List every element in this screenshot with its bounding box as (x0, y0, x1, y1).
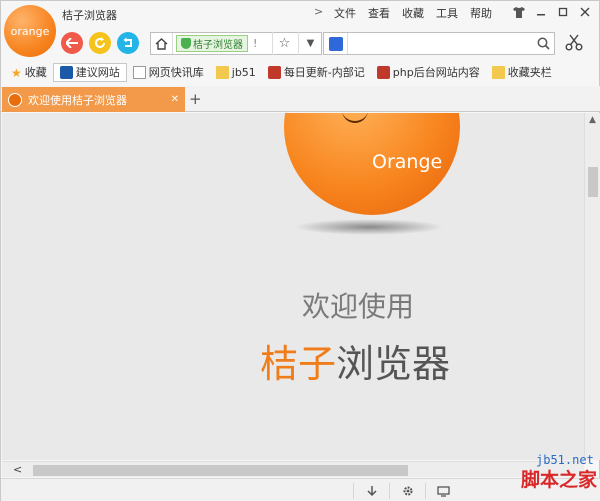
chevron-down-icon: ▼ (306, 38, 315, 49)
scissors-icon[interactable] (565, 33, 583, 55)
address-separator: ! (253, 37, 258, 50)
search-engine-selector[interactable] (324, 33, 348, 54)
app-logo[interactable]: orange (4, 5, 56, 57)
orange-shadow (294, 219, 444, 235)
watermark-name: 脚本之家 (520, 469, 597, 491)
star-icon: ★ (11, 65, 22, 80)
bookmark-label: php后台网站内容 (392, 66, 480, 79)
browser-name-highlight: 桔子 (260, 342, 337, 386)
security-badge-label: 桔子浏览器 (193, 40, 243, 51)
menu-tools[interactable]: 工具 (430, 5, 464, 21)
bookmark-suggested-sites[interactable]: 建议网站 (52, 62, 127, 82)
bookmark-label: 每日更新-内部记 (283, 66, 365, 79)
bookmark-favorites[interactable]: ★ 收藏 (5, 63, 53, 82)
page-icon (132, 65, 146, 79)
tab-welcome[interactable]: 欢迎使用桔子浏览器 ✕ (2, 87, 185, 112)
menu-view[interactable]: 查看 (362, 5, 396, 21)
maximize-icon[interactable] (555, 4, 571, 20)
window-controls (511, 4, 593, 20)
browser-name-rest: 浏览器 (336, 342, 451, 386)
menu-favorites[interactable]: 收藏 (396, 5, 430, 21)
bookmark-favorites-bar[interactable]: 收藏夹栏 (486, 63, 558, 82)
bookmark-label: 建议网站 (75, 66, 120, 79)
screen-icon[interactable] (425, 483, 461, 499)
address-dropdown-button[interactable]: ▼ (298, 32, 322, 55)
menu-file[interactable]: 文件 (328, 5, 362, 21)
baidu-icon (328, 36, 343, 51)
bookmark-label: 网页快讯库 (148, 66, 204, 79)
status-icons (353, 483, 461, 499)
bookmark-jb51[interactable]: jb51 (210, 63, 262, 82)
search-input[interactable] (348, 34, 532, 53)
scroll-up-icon[interactable]: ▲ (589, 115, 596, 125)
scroll-left-icon[interactable]: < (13, 463, 22, 476)
home-icon[interactable] (151, 33, 173, 54)
bing-icon (59, 65, 73, 79)
bookmarks-bar: ★ 收藏 建议网站 网页快讯库 jb51 每日更新-内部记 php后台网站内容 … (5, 62, 558, 82)
close-icon[interactable] (577, 4, 593, 20)
bookmark-daily-update[interactable]: 每日更新-内部记 (262, 63, 371, 82)
jb-site-icon (376, 65, 390, 79)
search-icon[interactable] (532, 37, 554, 50)
favorite-star-button[interactable]: ☆ (272, 32, 296, 55)
horizontal-scroll-thumb[interactable] (33, 465, 408, 476)
menu-bar: 文件 查看 收藏 工具 帮助 (328, 5, 498, 21)
bookmark-label: 收藏 (24, 66, 47, 79)
tab-strip: 欢迎使用桔子浏览器 ✕ + (1, 86, 600, 112)
horizontal-scrollbar[interactable]: < (2, 461, 584, 477)
address-bar[interactable]: 桔子浏览器 ! (150, 32, 322, 55)
site-watermark: jb51.net 脚本之家 (506, 453, 600, 492)
orange-favicon-icon (8, 92, 22, 107)
download-icon[interactable] (353, 483, 389, 499)
star-outline-icon: ☆ (278, 36, 291, 51)
tab-title: 欢迎使用桔子浏览器 (28, 93, 127, 107)
back-button[interactable] (61, 32, 83, 54)
window-title: 桔子浏览器 (62, 9, 117, 22)
orange-mascot: Orange (284, 113, 460, 215)
menu-chevron-icon[interactable]: > (314, 5, 323, 18)
bookmark-web-slice[interactable]: 网页快讯库 (127, 63, 210, 82)
search-box (323, 32, 555, 55)
refresh-button[interactable] (89, 32, 111, 54)
restore-button[interactable] (117, 32, 139, 54)
shield-icon (181, 38, 191, 49)
browser-name-heading: 桔子浏览器 (260, 333, 450, 388)
page-content: Orange 欢迎使用 桔子浏览器 (2, 113, 584, 460)
bookmark-label: jb51 (231, 65, 256, 79)
mascot-brand-text: Orange (372, 151, 443, 173)
welcome-heading: 欢迎使用 (302, 290, 415, 323)
minimize-icon[interactable] (533, 4, 549, 20)
vertical-scrollbar[interactable]: ▲ (584, 113, 600, 460)
browser-window: orange 桔子浏览器 > 文件 查看 收藏 工具 帮助 桔子浏览器 ! ☆ … (0, 0, 600, 501)
smile-mark (342, 113, 368, 123)
folder-icon (215, 65, 229, 79)
security-badge[interactable]: 桔子浏览器 (176, 35, 248, 52)
folder-icon (491, 65, 505, 79)
bookmark-php-admin[interactable]: php后台网站内容 (371, 63, 486, 82)
bookmark-label: 收藏夹栏 (507, 66, 552, 79)
menu-help[interactable]: 帮助 (464, 5, 498, 21)
vertical-scroll-thumb[interactable] (588, 167, 598, 197)
shirt-icon[interactable] (511, 4, 527, 20)
tab-close-icon[interactable]: ✕ (171, 94, 179, 105)
logo-text: orange (10, 24, 50, 38)
new-tab-button[interactable]: + (189, 90, 202, 108)
settings-gear-icon[interactable] (389, 483, 425, 499)
jb-site-icon (267, 65, 281, 79)
